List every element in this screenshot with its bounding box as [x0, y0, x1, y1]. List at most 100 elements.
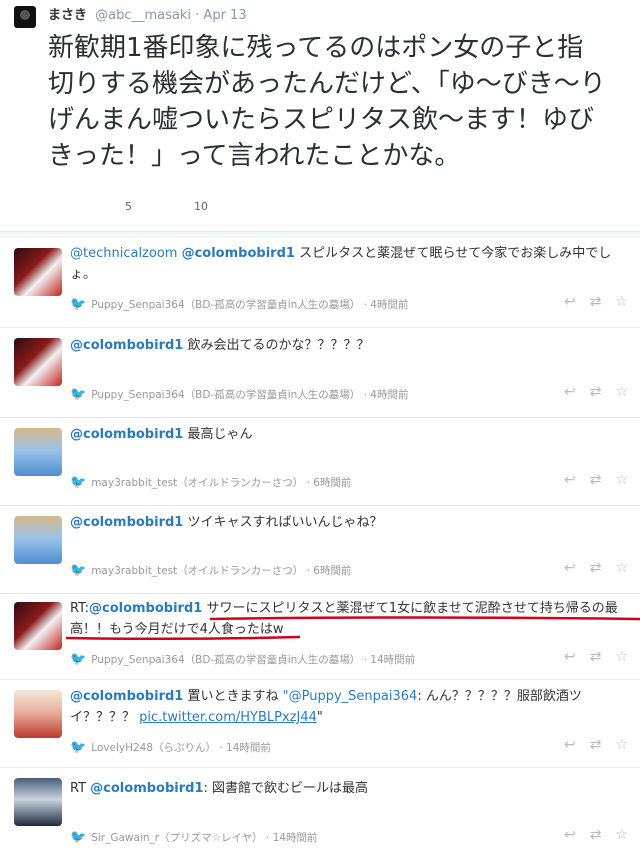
user-name[interactable]: まさき — [48, 8, 87, 23]
tweet-actions: ↩ ⇄ ☆ — [550, 294, 628, 310]
reply-icon[interactable]: ↩ — [564, 649, 576, 665]
tweet-time[interactable]: 6時間前 — [313, 477, 351, 489]
tweet-meta: 🐦 Puppy_Senpai364（BD-孤高の学習童貞in人生の墓場） · 14… — [70, 652, 416, 667]
retweet-count[interactable]: 5 — [125, 200, 132, 213]
reply-icon[interactable]: ↩ — [564, 294, 576, 310]
mention-link[interactable]: @technicalzoom — [70, 246, 177, 261]
retweet-icon[interactable]: ⇄ — [590, 472, 602, 488]
mention-link[interactable]: @colombobird1 — [70, 515, 183, 530]
tweet-meta: 🐦 Puppy_Senpai364（BD-孤高の学習童貞in人生の墓場） · 4時… — [70, 297, 409, 312]
tweet-actions: ↩ ⇄ ☆ — [550, 827, 628, 843]
avatar[interactable] — [14, 690, 62, 738]
mention-link[interactable]: @colombobird1 — [70, 689, 183, 704]
star-icon[interactable]: ☆ — [615, 827, 628, 843]
retweet-icon[interactable]: ⇄ — [590, 560, 602, 576]
retweet-icon[interactable]: ⇄ — [590, 737, 602, 753]
tweet-time[interactable]: 14時間前 — [273, 832, 318, 844]
reply-icon[interactable]: ↩ — [564, 384, 576, 400]
user-link[interactable]: Puppy_Senpai364（BD-孤高の学習童貞in人生の墓場） — [91, 389, 360, 401]
user-link[interactable]: may3rabbit_test（オイルドランカーさつ） — [91, 477, 303, 489]
tweet-text: @colombobird1 飲み会出てるのかな？？？？？ — [70, 335, 630, 356]
twitter-bird-icon: 🐦 — [70, 830, 87, 845]
reply-icon[interactable]: ↩ — [564, 737, 576, 753]
star-icon[interactable]: ☆ — [615, 472, 628, 488]
tweet-body: " — [316, 710, 323, 725]
reply-icon[interactable]: ↩ — [564, 827, 576, 843]
list-item: @colombobird1 ツイキャスすればいいんじゃね？ 🐦 may3rabbi… — [0, 506, 640, 594]
list-item: @colombobird1 最高じゃん 🐦 may3rabbit_test（オイル… — [0, 418, 640, 506]
tweet-actions: ↩ ⇄ ☆ — [550, 472, 628, 488]
retweet-icon[interactable]: ⇄ — [590, 649, 602, 665]
tweet-text: 新歓期1番印象に残ってるのはポン女の子と指切りする機会があったんだけど、「ゆ〜び… — [48, 33, 606, 171]
tweet-actions: ↩ ⇄ ☆ — [550, 384, 628, 400]
tweet-time[interactable]: 14時間前 — [370, 654, 415, 666]
tweet-text: RT @colombobird1: 図書館で飲むビールは最高 — [70, 778, 630, 799]
star-icon[interactable]: ☆ — [615, 560, 628, 576]
tweet-time[interactable]: 4時間前 — [370, 299, 408, 311]
tweet-body: 最高じゃん — [187, 427, 253, 442]
tweet-meta: 🐦 may3rabbit_test（オイルドランカーさつ） · 6時間前 — [70, 475, 352, 490]
twitter-bird-icon: 🐦 — [70, 297, 87, 312]
twitter-bird-icon: 🐦 — [70, 475, 87, 490]
tweet-time[interactable]: 4時間前 — [370, 389, 408, 401]
media-link[interactable]: pic.twitter.com/HYBLPxzJ44 — [139, 710, 317, 725]
mention-link[interactable]: @colombobird1 — [70, 427, 183, 442]
tweet-text: RT:@colombobird1 サワーにスピリタスと薬混ぜて1女に飲ませて泥酔… — [70, 598, 630, 640]
tweet-text: @colombobird1 置いときますね "@Puppy_Senpai364:… — [70, 686, 630, 728]
mention-link[interactable]: @colombobird1 — [89, 601, 202, 616]
tweet-body: ツイキャスすればいいんじゃね？ — [187, 515, 383, 530]
focused-tweet: まさき @abc__masaki · Apr 13 新歓期1番印象に残ってるのは… — [0, 0, 640, 232]
avatar[interactable] — [14, 248, 62, 296]
tweet-body: 飲み会出てるのかな？？？？？ — [187, 338, 370, 353]
mention-link[interactable]: @colombobird1 — [90, 781, 203, 796]
star-icon[interactable]: ☆ — [615, 294, 628, 310]
avatar[interactable] — [14, 516, 62, 564]
mention-link[interactable]: @colombobird1 — [182, 246, 295, 261]
tweet-meta: 🐦 Puppy_Senpai364（BD-孤高の学習童貞in人生の墓場） · 4時… — [70, 387, 409, 402]
tweet-body: : 図書館で飲むビールは最高 — [203, 781, 369, 796]
star-icon[interactable]: ☆ — [615, 384, 628, 400]
list-item: @colombobird1 飲み会出てるのかな？？？？？ 🐦 Puppy_Senp… — [0, 328, 640, 418]
retweet-icon[interactable]: ⇄ — [590, 384, 602, 400]
tweet-meta: 🐦 Sir_Gawain_r（プリズマ☆レイヤ） · 14時間前 — [70, 830, 318, 845]
list-item: RT:@colombobird1 サワーにスピリタスと薬混ぜて1女に飲ませて泥酔… — [0, 594, 640, 680]
user-link[interactable]: may3rabbit_test（オイルドランカーさつ） — [91, 565, 303, 577]
tweet-meta: 🐦 LovelyH248（らぶりん） · 14時間前 — [70, 740, 271, 755]
reply-icon[interactable]: ↩ — [564, 560, 576, 576]
retweet-icon[interactable]: ⇄ — [590, 294, 602, 310]
tweet-time[interactable]: 14時間前 — [226, 742, 271, 754]
twitter-bird-icon: 🐦 — [70, 563, 87, 578]
mention-link[interactable]: @colombobird1 — [70, 338, 183, 353]
twitter-bird-icon: 🐦 — [70, 740, 87, 755]
avatar[interactable] — [14, 778, 62, 826]
tweet-time[interactable]: 6時間前 — [313, 565, 351, 577]
reply-icon[interactable]: ↩ — [564, 472, 576, 488]
tweet-actions: ↩ ⇄ ☆ — [550, 737, 628, 753]
tweet-actions: ↩ ⇄ ☆ — [550, 560, 628, 576]
mention-link[interactable]: "@Puppy_Senpai364 — [283, 689, 418, 704]
user-link[interactable]: Sir_Gawain_r（プリズマ☆レイヤ） — [91, 832, 262, 844]
tweet-header: まさき @abc__masaki · Apr 13 — [48, 4, 247, 23]
avatar[interactable] — [14, 338, 62, 386]
user-link[interactable]: LovelyH248（らぶりん） — [91, 742, 216, 754]
avatar[interactable] — [14, 428, 62, 476]
retweet-prefix: RT: — [70, 601, 89, 616]
retweet-icon[interactable]: ⇄ — [590, 827, 602, 843]
list-item: @technicalzoom @colombobird1 スピルタスと薬混ぜて眠… — [0, 238, 640, 328]
avatar[interactable] — [14, 602, 62, 650]
user-link[interactable]: Puppy_Senpai364（BD-孤高の学習童貞in人生の墓場） — [91, 299, 360, 311]
twitter-bird-icon: 🐦 — [70, 652, 87, 667]
retweet-prefix: RT — [70, 781, 87, 796]
tweet-date[interactable]: · Apr 13 — [195, 8, 246, 23]
twitter-bird-icon: 🐦 — [70, 387, 87, 402]
avatar[interactable] — [14, 6, 36, 28]
star-icon[interactable]: ☆ — [615, 649, 628, 665]
star-icon[interactable]: ☆ — [615, 737, 628, 753]
user-handle[interactable]: @abc__masaki — [95, 8, 191, 23]
favorite-count[interactable]: 10 — [194, 200, 208, 213]
tweet-text: @colombobird1 ツイキャスすればいいんじゃね？ — [70, 512, 630, 533]
list-item: @colombobird1 置いときますね "@Puppy_Senpai364:… — [0, 680, 640, 768]
tweet-actions: ↩ ⇄ ☆ — [550, 649, 628, 665]
user-link[interactable]: Puppy_Senpai364（BD-孤高の学習童貞in人生の墓場） — [91, 654, 360, 666]
tweet-body: 置いときますね — [187, 689, 279, 704]
